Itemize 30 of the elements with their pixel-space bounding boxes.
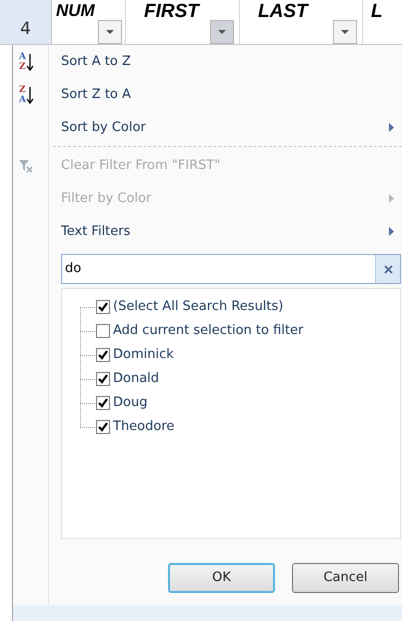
caret-icon bbox=[218, 30, 226, 34]
checkbox[interactable] bbox=[96, 300, 110, 314]
checkbox[interactable] bbox=[96, 420, 110, 434]
column-header: NUM bbox=[56, 2, 95, 20]
checkbox-label: (Select All Search Results) bbox=[113, 298, 284, 316]
menu-item[interactable]: Text Filters bbox=[49, 215, 402, 248]
dialog-button[interactable]: Cancel bbox=[292, 563, 399, 593]
caret-icon bbox=[341, 30, 349, 34]
clear-search-button[interactable] bbox=[375, 255, 400, 283]
menu-item[interactable]: Sort by Color bbox=[49, 111, 402, 144]
close-icon bbox=[384, 264, 392, 274]
column-header: LAST bbox=[258, 2, 308, 24]
checkbox-label: Donald bbox=[113, 370, 160, 388]
caret-icon bbox=[106, 30, 114, 34]
checkbox[interactable] bbox=[96, 324, 110, 338]
column-header: L bbox=[371, 2, 383, 24]
filter-dropdown-button[interactable] bbox=[333, 20, 357, 44]
clear-filter-icon bbox=[19, 158, 33, 172]
checkbox[interactable] bbox=[96, 396, 110, 410]
checkbox-label: Add current selection to filter bbox=[113, 322, 304, 340]
checkbox[interactable] bbox=[96, 348, 110, 362]
filter-dropdown-button[interactable] bbox=[210, 20, 234, 44]
checkbox-label: Theodore bbox=[113, 418, 174, 436]
row-header: 4 bbox=[0, 0, 52, 44]
checkbox-label: Doug bbox=[113, 394, 148, 412]
filter-dropdown-button[interactable] bbox=[98, 20, 122, 44]
column-header: FIRST bbox=[144, 2, 199, 24]
dialog-button[interactable]: OK bbox=[168, 563, 275, 593]
checkbox[interactable] bbox=[96, 372, 110, 386]
checkbox-label: Dominick bbox=[113, 346, 174, 364]
